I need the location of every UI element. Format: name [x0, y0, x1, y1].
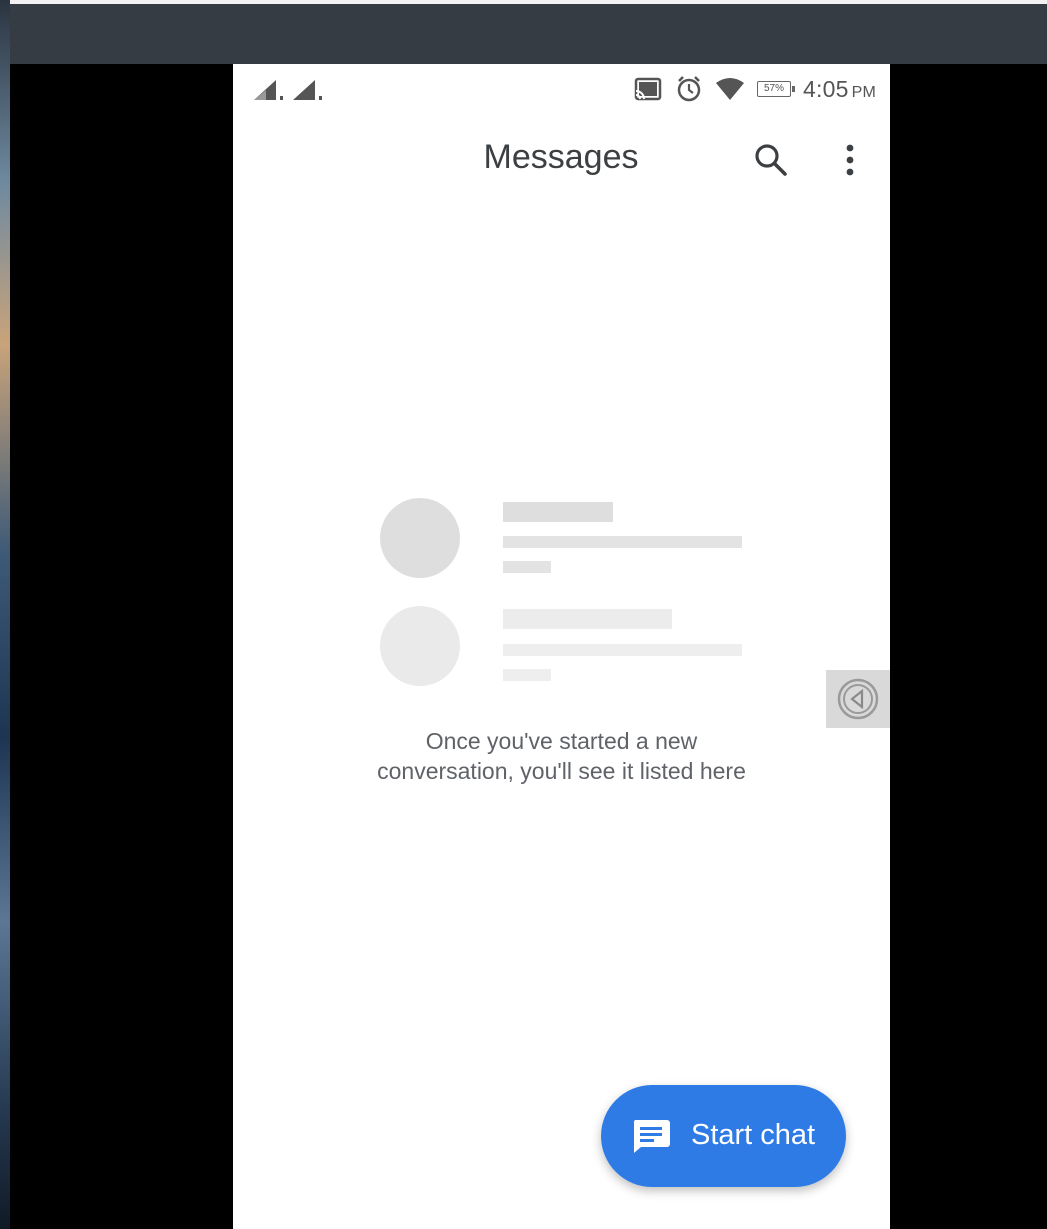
page-title: Messages: [483, 138, 639, 176]
emulator-window-titlebar: [10, 4, 1047, 64]
battery-icon: 57%: [757, 81, 796, 97]
signal-icon: [254, 80, 283, 100]
placeholder-avatar: [380, 498, 460, 578]
placeholder-line: [503, 502, 613, 522]
search-button[interactable]: [751, 140, 791, 180]
phone-screen: 57% 4:05 PM Messages Once you've started…: [233, 64, 890, 1229]
status-clock: 4:05 PM: [803, 75, 876, 102]
desktop-wallpaper-edge: [0, 0, 10, 1229]
placeholder-line: [503, 644, 742, 656]
empty-state-line-2: conversation, you'll see it listed here: [377, 758, 746, 784]
app-bar: Messages: [233, 124, 890, 196]
empty-state-message: Once you've started a new conversation, …: [233, 726, 890, 786]
cast-icon: [634, 77, 662, 101]
chat-bubble-icon: [633, 1120, 670, 1153]
more-vert-icon: [846, 144, 854, 176]
placeholder-line: [503, 609, 672, 629]
placeholder-avatar: [380, 606, 460, 686]
alarm-icon: [677, 76, 701, 102]
start-chat-label: Start chat: [691, 1119, 816, 1151]
start-chat-button[interactable]: Start chat: [601, 1085, 846, 1187]
empty-state-illustration: [380, 498, 750, 688]
placeholder-line: [503, 669, 551, 681]
status-bar: 57% 4:05 PM: [233, 64, 890, 114]
placeholder-line: [503, 561, 551, 573]
more-options-button[interactable]: [835, 140, 865, 180]
signal-icon: [293, 80, 322, 100]
placeholder-line: [503, 536, 742, 548]
empty-state-line-1: Once you've started a new: [425, 728, 698, 754]
wifi-icon: [716, 78, 745, 100]
back-arrow-icon: [837, 678, 879, 720]
floating-assist-handle[interactable]: [826, 670, 890, 728]
search-icon: [755, 144, 787, 176]
status-icons: 57% 4:05 PM: [633, 74, 876, 104]
